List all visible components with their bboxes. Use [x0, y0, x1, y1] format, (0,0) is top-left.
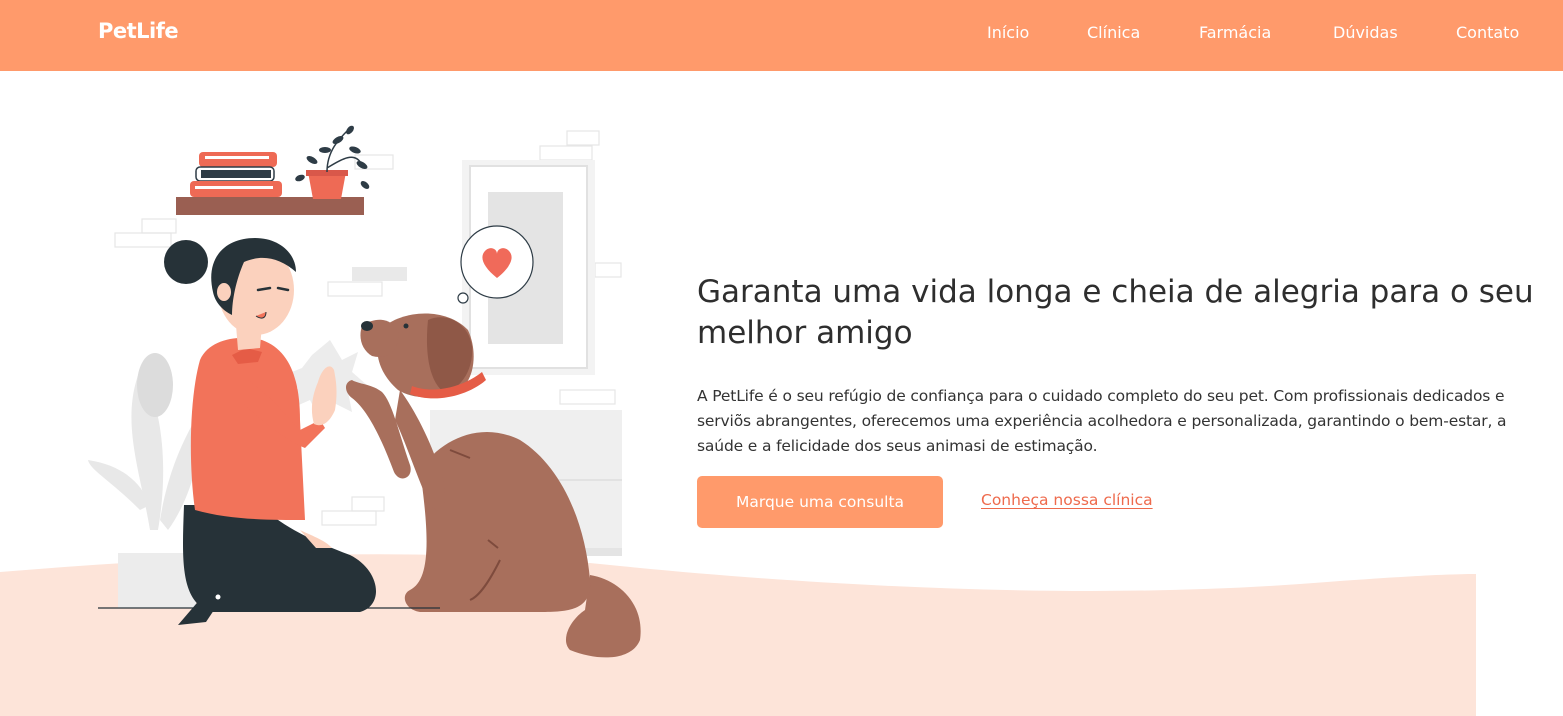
wall-brick-filled [352, 267, 407, 281]
hero-illustration [88, 125, 641, 658]
background-plant [88, 353, 201, 608]
nav-link-duvidas[interactable]: Dúvidas [1333, 23, 1398, 42]
clinic-link[interactable]: Conheça nossa clínica [981, 491, 1153, 509]
nav-link-contato[interactable]: Contato [1456, 23, 1519, 42]
book-appointment-button[interactable]: Marque uma consulta [697, 476, 943, 528]
nav-link-inicio[interactable]: Início [987, 23, 1029, 42]
nav-link-farmacia[interactable]: Farmácia [1199, 23, 1271, 42]
hero-description: A PetLife é o seu refúgio de confiança p… [697, 387, 1507, 455]
brand-logo[interactable]: PetLife [98, 19, 179, 43]
nav-link-clinica[interactable]: Clínica [1087, 23, 1140, 42]
hero-title: Garanta uma vida longa e cheia de alegri… [697, 274, 1534, 351]
shelf [176, 125, 370, 215]
navbar: PetLife Início Clínica Farmácia Dúvidas … [0, 0, 1563, 71]
